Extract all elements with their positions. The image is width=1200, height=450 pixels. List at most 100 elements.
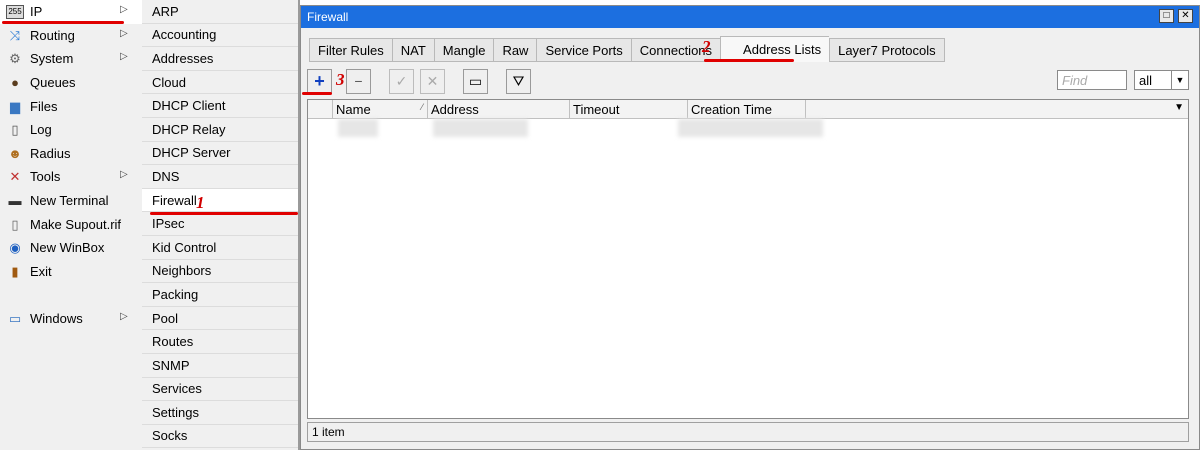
filter-select[interactable]: all ▼ bbox=[1134, 70, 1189, 90]
add-button[interactable]: + bbox=[307, 68, 332, 94]
enable-button[interactable]: ✓ bbox=[389, 68, 414, 94]
file-icon: ▯ bbox=[11, 216, 19, 232]
menu-item-new-winbox[interactable]: ◉ New WinBox bbox=[0, 236, 142, 260]
annotation-step-3: 3 bbox=[336, 70, 345, 89]
log-icon: ▯ bbox=[11, 122, 19, 138]
submenu-arrow-icon: ▷ bbox=[120, 311, 128, 323]
row-marker bbox=[308, 119, 338, 137]
tools-icon: ✕ bbox=[9, 169, 21, 185]
submenu-item-services[interactable]: Services bbox=[142, 378, 298, 402]
menu-item-radius[interactable]: ☻ Radius bbox=[0, 142, 142, 166]
plus-icon: + bbox=[314, 70, 325, 91]
menu-item-files[interactable]: ▆ Files bbox=[0, 94, 142, 118]
filter-icon: ⛛ bbox=[512, 72, 525, 89]
column-menu-icon[interactable]: ▼ bbox=[1174, 102, 1184, 113]
window-controls: □ ✕ bbox=[1159, 9, 1193, 23]
menu-item-make-supout[interactable]: ▯ Make Supout.rif bbox=[0, 212, 142, 236]
submenu-item-addresses[interactable]: Addresses bbox=[142, 47, 298, 71]
column-header-creation-time[interactable]: Creation Time bbox=[688, 100, 806, 118]
globe-icon: ◉ bbox=[9, 240, 21, 256]
tab-nat[interactable]: NAT bbox=[391, 38, 434, 62]
close-button[interactable]: ✕ bbox=[1178, 9, 1193, 23]
tab-layer7-protocols[interactable]: Layer7 Protocols bbox=[829, 38, 945, 62]
submenu-item-dhcp-client[interactable]: DHCP Client bbox=[142, 94, 298, 118]
main-menu: 255 IP ▷ ⤨ Routing ▷ ⚙ System ▷ ● Queues… bbox=[0, 0, 143, 450]
column-header-timeout[interactable]: Timeout bbox=[570, 100, 688, 118]
window-icon: ▭ bbox=[8, 311, 22, 327]
submenu-item-dns[interactable]: DNS bbox=[142, 165, 298, 189]
find-input[interactable] bbox=[1057, 70, 1127, 90]
table-row[interactable] bbox=[308, 119, 1188, 137]
blurred-name bbox=[338, 119, 378, 137]
tab-filter-rules[interactable]: Filter Rules bbox=[309, 38, 392, 62]
menu-item-log[interactable]: ▯ Log bbox=[0, 118, 142, 142]
submenu-item-accounting[interactable]: Accounting bbox=[142, 24, 298, 48]
comment-button[interactable]: ▭ bbox=[463, 68, 488, 94]
column-header-name[interactable]: Name ⁄ bbox=[333, 100, 428, 118]
minus-icon: − bbox=[354, 73, 363, 89]
address-list-table: Name ⁄ Address Timeout Creation Time ▼ bbox=[307, 99, 1189, 419]
submenu-item-socks[interactable]: Socks bbox=[142, 425, 298, 449]
submenu-item-arp[interactable]: ARP bbox=[142, 0, 298, 24]
exit-icon: ▮ bbox=[11, 263, 19, 279]
disable-button[interactable]: ✕ bbox=[420, 68, 445, 94]
terminal-icon: ▬ bbox=[8, 193, 22, 209]
gear-icon: ⚙ bbox=[9, 51, 21, 67]
blurred-address bbox=[433, 119, 528, 137]
users-icon: ☻ bbox=[8, 145, 22, 161]
submenu-item-snmp[interactable]: SNMP bbox=[142, 354, 298, 378]
submenu-item-dhcp-relay[interactable]: DHCP Relay bbox=[142, 118, 298, 142]
submenu-item-firewall[interactable]: Firewall bbox=[142, 188, 298, 213]
menu-item-windows[interactable]: ▭ Windows ▷ bbox=[0, 307, 142, 331]
remove-button[interactable]: − bbox=[346, 68, 371, 94]
row-spacer bbox=[378, 119, 433, 137]
tab-mangle[interactable]: Mangle bbox=[433, 38, 494, 62]
menu-item-system[interactable]: ⚙ System ▷ bbox=[0, 47, 142, 71]
queues-icon: ● bbox=[11, 75, 19, 91]
ip-icon: 255 bbox=[6, 4, 24, 19]
window-titlebar[interactable]: Firewall bbox=[301, 6, 1199, 28]
submenu-arrow-icon: ▷ bbox=[120, 4, 128, 15]
annotation-step-2: 2 bbox=[702, 37, 711, 56]
item-count: 1 item bbox=[312, 425, 345, 439]
column-header-marker[interactable] bbox=[308, 100, 333, 118]
submenu-item-packing[interactable]: Packing bbox=[142, 283, 298, 307]
submenu-item-kid-control[interactable]: Kid Control bbox=[142, 236, 298, 260]
submenu-item-settings[interactable]: Settings bbox=[142, 401, 298, 425]
menu-item-exit[interactable]: ▮ Exit bbox=[0, 260, 142, 284]
submenu-item-ipsec[interactable]: IPsec bbox=[142, 212, 298, 236]
menu-item-tools[interactable]: ✕ Tools ▷ bbox=[0, 165, 142, 189]
column-header-extra[interactable]: ▼ bbox=[806, 100, 1188, 118]
blurred-creation-time bbox=[678, 119, 823, 137]
tab-bar: Filter Rules NAT Mangle Raw Service Port… bbox=[309, 36, 945, 62]
sort-icon: ⁄ bbox=[421, 102, 423, 112]
filter-select-value: all bbox=[1139, 72, 1153, 88]
window-title: Firewall bbox=[307, 10, 349, 24]
filter-button[interactable]: ⛛ bbox=[506, 68, 531, 94]
column-header-address[interactable]: Address bbox=[428, 100, 570, 118]
check-icon: ✓ bbox=[395, 72, 408, 89]
chevron-down-icon: ▼ bbox=[1171, 71, 1188, 89]
maximize-button[interactable]: □ bbox=[1159, 9, 1174, 23]
menu-item-routing[interactable]: ⤨ Routing ▷ bbox=[0, 24, 142, 48]
comment-icon: ▭ bbox=[468, 72, 483, 89]
submenu-arrow-icon: ▷ bbox=[120, 169, 128, 181]
menu-item-new-terminal[interactable]: ▬ New Terminal bbox=[0, 189, 142, 213]
x-icon: ✕ bbox=[426, 72, 439, 89]
folder-icon: ▆ bbox=[10, 98, 20, 114]
submenu-arrow-icon: ▷ bbox=[120, 27, 128, 39]
submenu-item-dhcp-server[interactable]: DHCP Server bbox=[142, 142, 298, 166]
annotation-underline-add bbox=[302, 92, 332, 95]
submenu-item-cloud[interactable]: Cloud bbox=[142, 71, 298, 95]
status-bar: 1 item bbox=[307, 422, 1189, 442]
annotation-underline-ip bbox=[2, 21, 124, 24]
menu-item-queues[interactable]: ● Queues bbox=[0, 71, 142, 95]
ip-submenu: ARP Accounting Addresses Cloud DHCP Clie… bbox=[142, 0, 298, 450]
tab-raw[interactable]: Raw bbox=[493, 38, 537, 62]
submenu-item-pool[interactable]: Pool bbox=[142, 307, 298, 331]
submenu-item-neighbors[interactable]: Neighbors bbox=[142, 260, 298, 284]
routing-icon: ⤨ bbox=[9, 27, 21, 43]
submenu-item-routes[interactable]: Routes bbox=[142, 330, 298, 354]
tab-service-ports[interactable]: Service Ports bbox=[536, 38, 631, 62]
row-spacer bbox=[528, 119, 678, 137]
